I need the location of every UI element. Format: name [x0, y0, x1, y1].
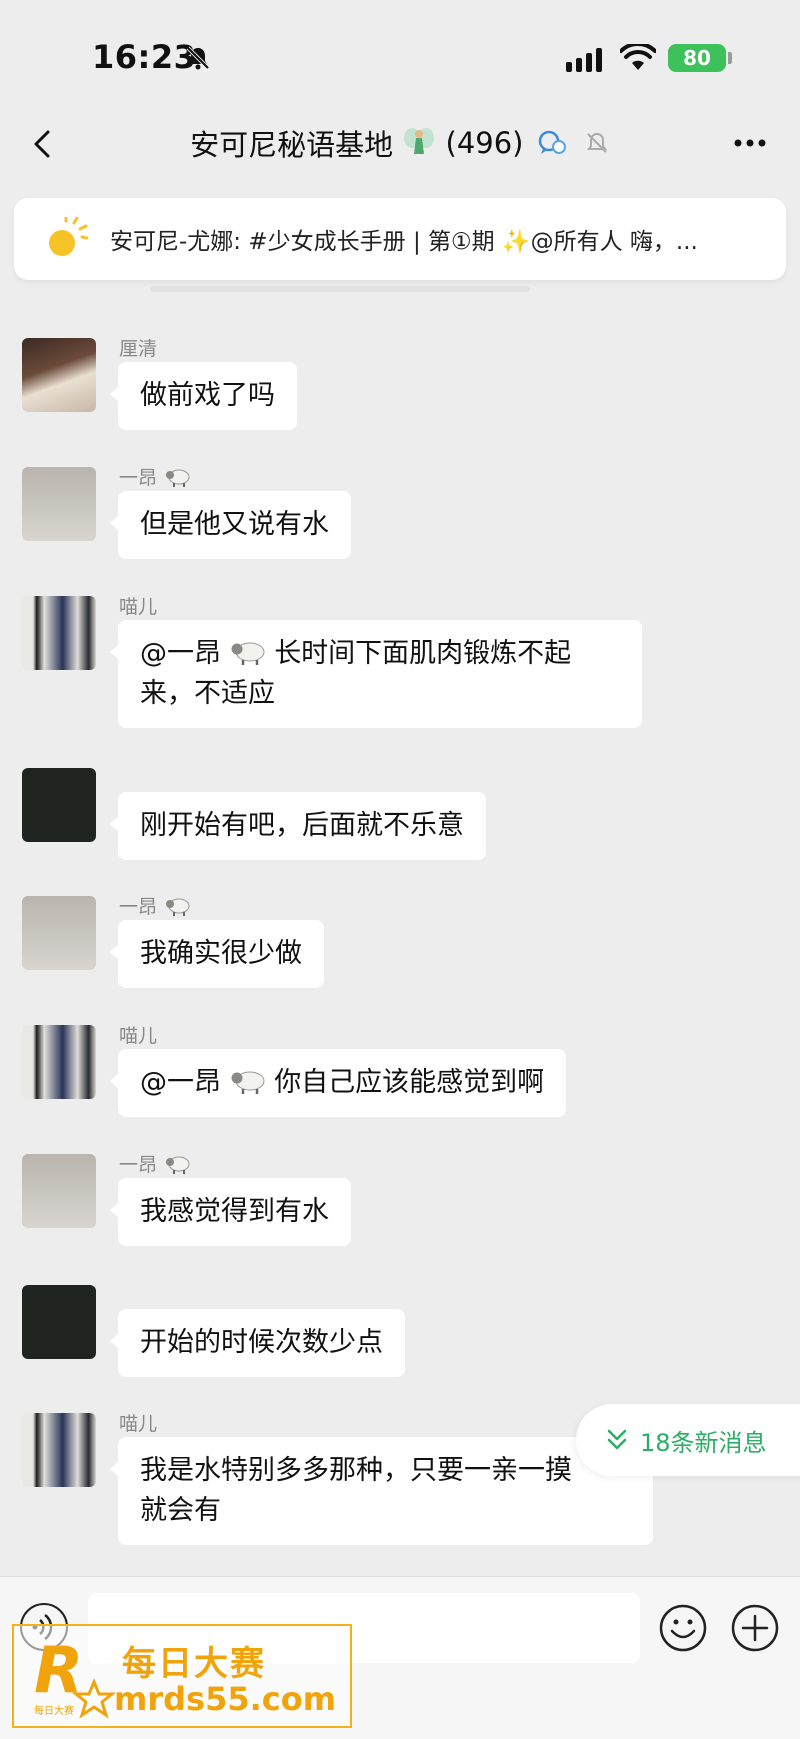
svg-text:每日大赛: 每日大赛 [34, 1704, 74, 1717]
message-text-line2: 就会有 [140, 1495, 221, 1526]
message-bubble[interactable]: 我是水特别多多那种，只要一亲一摸 就会有 [110, 1437, 653, 1545]
status-time: 16:23 [92, 38, 197, 76]
message-bubble[interactable]: 我确实很少做 [110, 920, 324, 988]
mention[interactable]: @一昂 [140, 1067, 221, 1098]
watermark-url: mrds55.com [114, 1680, 337, 1718]
plus-icon[interactable] [730, 1603, 780, 1653]
sender-name-text: 一昂 [119, 467, 158, 489]
status-bar: 16:23 80 [0, 0, 800, 110]
pinned-text: 安可尼-尤娜: #少女成长手册 | 第①期 ✨@所有人 嗨，... [110, 229, 698, 255]
more-options-icon[interactable] [730, 128, 770, 158]
sheep-icon [166, 469, 190, 487]
sender-name-text: 一昂 [119, 896, 158, 918]
sender-name: 厘清 [119, 338, 158, 360]
signal-icon [566, 48, 602, 72]
double-chevron-down-icon [607, 1429, 627, 1450]
message-bubble[interactable]: @一昂 你自己应该能感觉到啊 [109, 1049, 567, 1117]
avatar[interactable] [22, 1285, 96, 1359]
battery-indicator: 80 [668, 44, 726, 72]
message-bubble[interactable]: @一昂 长时间下面肌肉锻炼不起 来，不适应 [110, 620, 642, 728]
sheep-icon [166, 1156, 190, 1174]
new-messages-button[interactable]: 18条新消息 [576, 1404, 800, 1476]
chat-header: 安可尼秘语基地 (496) [0, 110, 800, 186]
member-count: (496) [445, 126, 524, 160]
sender-name: 一昂 [119, 1150, 191, 1177]
watermark-logo-icon: R 每日大赛 [34, 1636, 117, 1719]
sender-name: 一昂 [119, 463, 191, 490]
watermark-title: 每日大赛 [122, 1644, 266, 1684]
avatar[interactable] [22, 467, 96, 541]
new-messages-label: 18条新消息 [640, 1428, 767, 1457]
sender-name: 喵儿 [119, 1025, 158, 1047]
avatar[interactable] [22, 896, 96, 970]
sender-name: 喵儿 [119, 596, 158, 618]
pinned-announcement[interactable]: 安可尼-尤娜: #少女成长手册 | 第①期 ✨@所有人 嗨，... [14, 198, 786, 280]
message-bubble[interactable]: 开始的时候次数少点 [110, 1309, 405, 1377]
svg-text:R: R [34, 1636, 83, 1708]
message-text-line2: 来，不适应 [140, 678, 275, 709]
watermark: R 每日大赛 每日大赛 mrds55.com [12, 1624, 352, 1728]
avatar[interactable] [22, 1413, 96, 1487]
mention[interactable]: @一昂 [140, 638, 221, 669]
message-text: 你自己应该能感觉到啊 [274, 1067, 545, 1098]
pinned-stack-edge [150, 286, 530, 292]
message-bubble[interactable]: 刚开始有吧，后面就不乐意 [110, 792, 486, 860]
avatar[interactable] [22, 768, 96, 842]
chat-title: 安可尼秘语基地 (496) [0, 122, 800, 164]
fairy-icon [404, 128, 435, 154]
bell-off-icon [186, 46, 210, 70]
message-bubble[interactable]: 但是他又说有水 [110, 491, 351, 559]
sheep-icon [231, 1071, 265, 1094]
message-text-line1: 长时间下面肌肉锻炼不起 [274, 638, 572, 669]
battery-tip [728, 52, 732, 64]
avatar[interactable] [22, 596, 96, 670]
avatar[interactable] [22, 338, 96, 412]
sender-name: 喵儿 [119, 1413, 158, 1435]
avatar[interactable] [22, 1025, 96, 1099]
emoji-icon[interactable] [658, 1603, 708, 1653]
message-text-line1: 我是水特别多多那种，只要一亲一摸 [140, 1455, 572, 1486]
avatar[interactable] [22, 1154, 96, 1228]
chat-bubbles-icon [538, 130, 566, 154]
wifi-icon [620, 44, 656, 70]
sender-name-text: 一昂 [119, 1154, 158, 1176]
sun-icon [49, 217, 88, 256]
sheep-icon [231, 642, 265, 665]
sender-name: 一昂 [119, 892, 191, 919]
message-bubble[interactable]: 我感觉得到有水 [110, 1178, 351, 1246]
mute-icon [587, 132, 607, 153]
message-bubble[interactable]: 做前戏了吗 [110, 362, 297, 430]
group-name: 安可尼秘语基地 [190, 128, 394, 162]
sheep-icon [166, 898, 190, 916]
